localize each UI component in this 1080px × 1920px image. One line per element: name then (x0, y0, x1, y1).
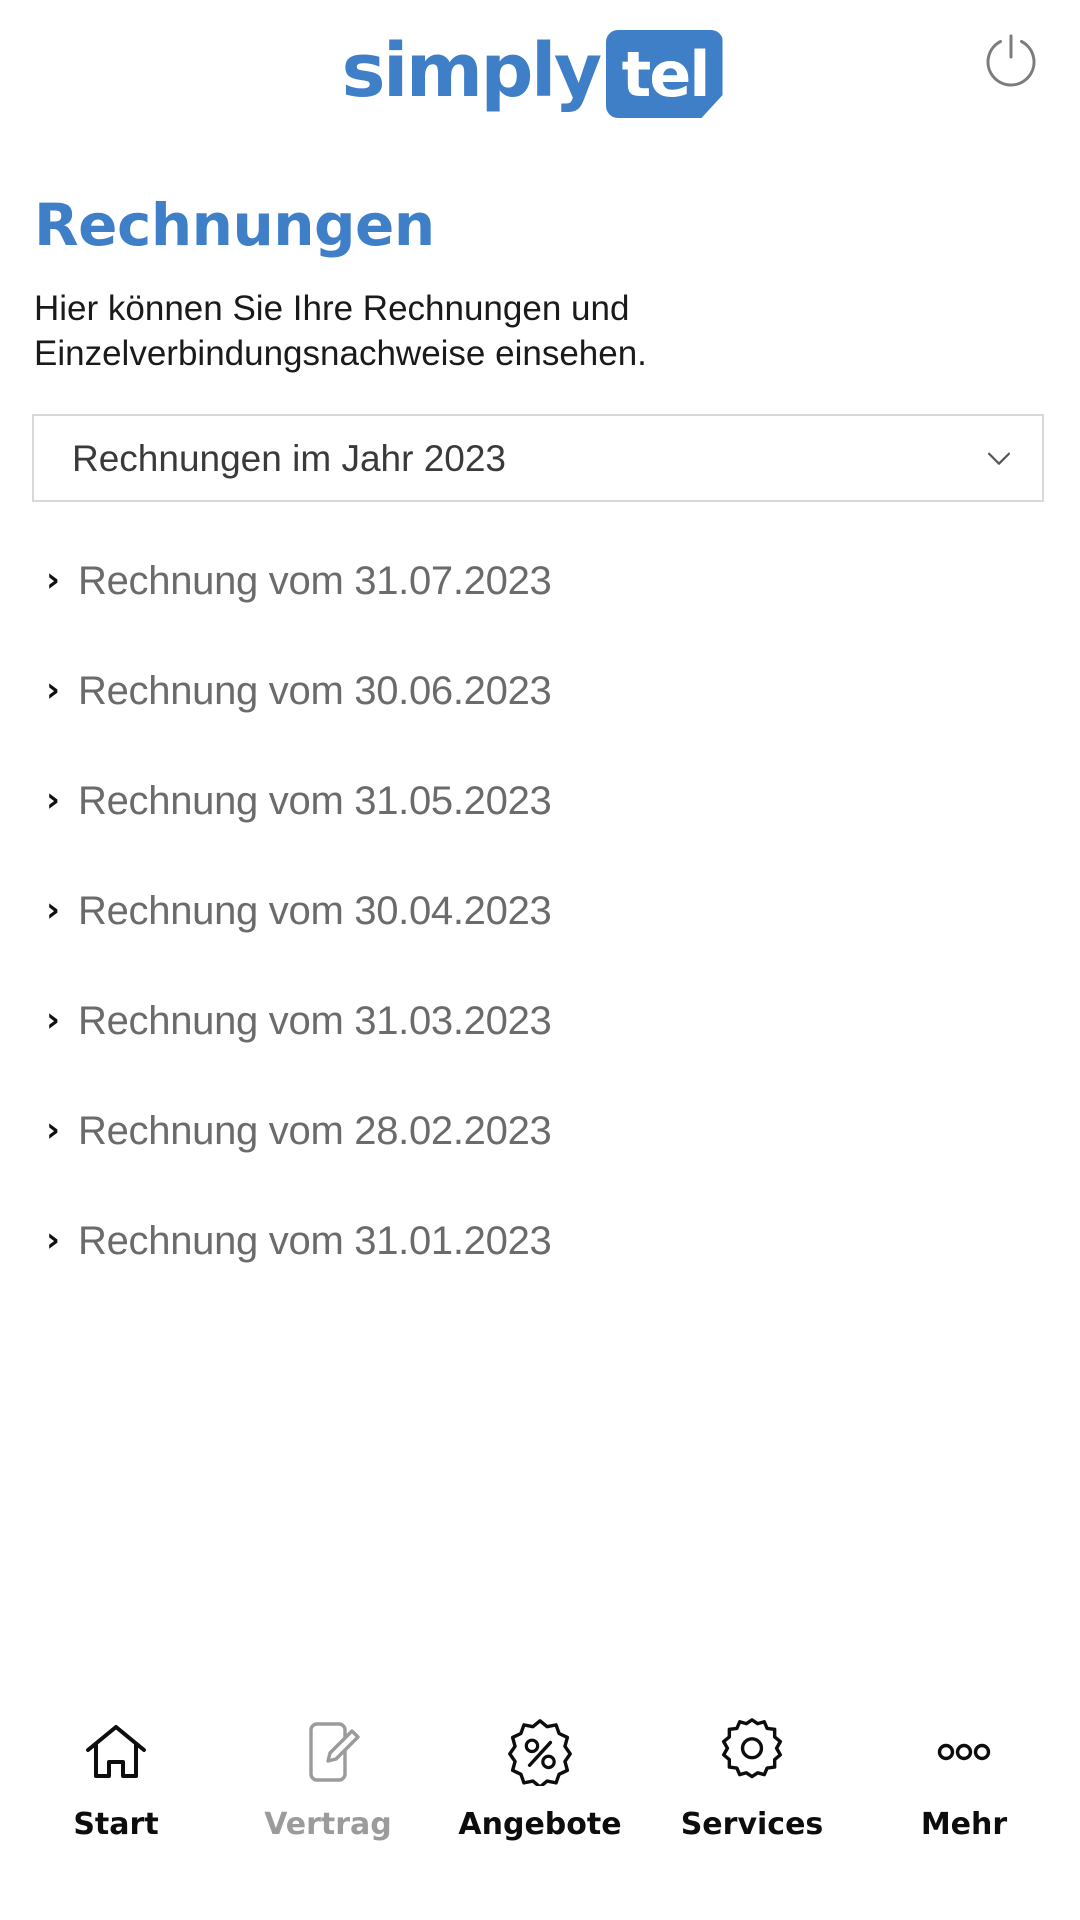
gear-icon (716, 1716, 788, 1788)
list-item-label: Rechnung vom 31.07.2023 (78, 559, 552, 603)
chevron-right-icon: › (46, 1000, 61, 1040)
list-item[interactable]: › Rechnung vom 30.06.2023 (34, 636, 1046, 746)
list-item[interactable]: › Rechnung vom 30.04.2023 (34, 856, 1046, 966)
list-item[interactable]: › Rechnung vom 31.05.2023 (34, 746, 1046, 856)
nav-label: Start (73, 1807, 159, 1842)
app-header: simply tel (0, 0, 1080, 148)
chevron-right-icon: › (46, 780, 61, 820)
nav-item-mehr[interactable]: Mehr (858, 1716, 1070, 1840)
list-item[interactable]: › Rechnung vom 31.07.2023 (34, 526, 1046, 636)
chevron-right-icon: › (46, 1110, 61, 1150)
power-icon-glyph (986, 34, 1036, 87)
power-icon[interactable] (978, 26, 1044, 92)
logo-badge: tel (605, 30, 723, 118)
year-select[interactable]: Rechnungen im Jahr 2023 (32, 414, 1044, 502)
simplytel-logo: simply tel (341, 28, 723, 118)
logo-word: simply (341, 28, 602, 114)
nav-item-services[interactable]: Services (646, 1716, 858, 1840)
list-item[interactable]: › Rechnung vom 31.03.2023 (34, 966, 1046, 1076)
list-item[interactable]: › Rechnung vom 31.01.2023 (34, 1186, 1046, 1296)
list-item[interactable]: › Rechnung vom 28.02.2023 (34, 1076, 1046, 1186)
list-item-label: Rechnung vom 31.03.2023 (78, 999, 552, 1043)
home-icon (80, 1716, 152, 1788)
list-item-label: Rechnung vom 31.01.2023 (78, 1219, 552, 1263)
list-item-label: Rechnung vom 31.05.2023 (78, 779, 552, 823)
nav-label: Services (680, 1807, 824, 1842)
nav-label: Vertrag (264, 1807, 392, 1842)
chevron-right-icon: › (46, 890, 61, 930)
page-content: Rechnungen Hier können Sie Ihre Rechnung… (0, 148, 1080, 1660)
page-description: Hier können Sie Ihre Rechnungen und Einz… (34, 289, 647, 373)
page-title: Rechnungen (34, 191, 435, 259)
chevron-right-icon: › (46, 670, 61, 710)
app-screen: simply tel Rechnungen Hier können Sie Ih… (0, 0, 1080, 1920)
nav-label: Angebote (458, 1807, 622, 1842)
discount-badge-icon (504, 1716, 576, 1788)
nav-item-vertrag[interactable]: Vertrag (222, 1716, 434, 1840)
nav-label: Mehr (920, 1807, 1008, 1842)
list-item-label: Rechnung vom 30.06.2023 (78, 669, 552, 713)
chevron-down-icon (987, 452, 1011, 465)
invoice-list: › Rechnung vom 31.07.2023 › Rechnung vom… (34, 526, 1046, 1296)
chevron-right-icon: › (46, 1220, 61, 1260)
list-item-label: Rechnung vom 28.02.2023 (78, 1109, 552, 1153)
chevron-right-icon: › (46, 560, 61, 600)
more-dots-icon (928, 1716, 1000, 1788)
nav-item-angebote[interactable]: Angebote (434, 1716, 646, 1840)
nav-item-start[interactable]: Start (10, 1716, 222, 1840)
year-select-value: Rechnungen im Jahr 2023 (72, 437, 507, 479)
bottom-navigation: Start Vertrag Angebote Services Mehr (0, 1660, 1080, 1920)
document-edit-icon (292, 1716, 364, 1788)
list-item-label: Rechnung vom 30.04.2023 (78, 889, 552, 933)
